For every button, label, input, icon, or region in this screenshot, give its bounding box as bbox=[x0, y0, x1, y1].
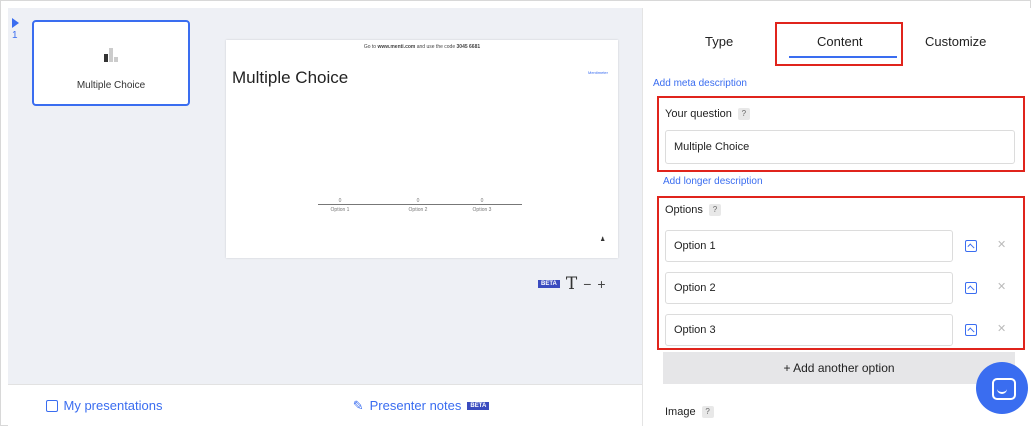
tab-type[interactable]: Type bbox=[705, 34, 733, 49]
decrease-text-button[interactable]: − bbox=[583, 276, 591, 292]
option-input[interactable]: Option 2 bbox=[665, 272, 953, 304]
add-meta-description-link[interactable]: Add meta description bbox=[653, 78, 747, 89]
slide-list: 1 Multiple Choice bbox=[8, 8, 200, 426]
increase-text-button[interactable]: + bbox=[597, 276, 605, 292]
chart-option: 0 Option 1 bbox=[330, 198, 350, 213]
add-option-button[interactable]: + Add another option bbox=[663, 352, 1015, 384]
panel-tabs: Type Content Customize bbox=[643, 8, 1031, 66]
beta-badge: BETA bbox=[538, 280, 560, 288]
help-icon[interactable]: ? bbox=[708, 204, 721, 216]
question-label: Your question ? bbox=[665, 108, 750, 120]
tab-content[interactable]: Content bbox=[817, 34, 863, 49]
person-icon: ♟ bbox=[600, 237, 606, 243]
tab-customize[interactable]: Customize bbox=[925, 34, 986, 49]
brand-logo: Mentimeter bbox=[587, 70, 608, 75]
slide-number: 1 bbox=[12, 30, 18, 41]
text-size-button[interactable]: T bbox=[566, 274, 577, 294]
help-icon[interactable]: ? bbox=[737, 108, 750, 120]
help-icon[interactable]: ? bbox=[701, 406, 714, 418]
current-slide-marker: 1 bbox=[12, 18, 22, 41]
image-icon[interactable] bbox=[965, 282, 977, 294]
thumbnail-label: Multiple Choice bbox=[76, 80, 146, 91]
pencil-icon: ✎ bbox=[352, 397, 364, 413]
option-input[interactable]: Option 3 bbox=[665, 314, 953, 346]
bar-chart-icon bbox=[104, 48, 120, 62]
my-presentations-link[interactable]: My presentations bbox=[8, 384, 200, 426]
image-icon[interactable] bbox=[965, 324, 977, 336]
question-input[interactable]: Multiple Choice bbox=[665, 130, 1015, 164]
chat-icon[interactable] bbox=[976, 362, 1028, 414]
close-icon[interactable]: ✕ bbox=[997, 280, 1006, 293]
slide-preview[interactable]: Go to www.menti.com and use the code 304… bbox=[226, 40, 618, 258]
chart-option: 0 Option 3 bbox=[472, 198, 492, 213]
slide-title: Multiple Choice bbox=[232, 68, 349, 87]
image-icon[interactable] bbox=[965, 240, 977, 252]
close-icon[interactable]: ✕ bbox=[997, 322, 1006, 335]
home-icon bbox=[45, 399, 58, 412]
presenter-notes-label: Presenter notes bbox=[369, 398, 462, 413]
play-icon bbox=[12, 18, 19, 28]
slide-thumbnail[interactable]: Multiple Choice bbox=[32, 20, 190, 106]
properties-panel: Type Content Customize Add meta descript… bbox=[642, 8, 1031, 426]
join-instructions: Go to www.menti.com and use the code 304… bbox=[363, 44, 481, 50]
presenter-notes-button[interactable]: ✎ Presenter notes BETA bbox=[200, 384, 642, 426]
chart-option: 0 Option 2 bbox=[408, 198, 428, 213]
options-label: Options ? bbox=[665, 204, 721, 216]
image-label: Image ? bbox=[665, 406, 714, 418]
add-longer-description-link[interactable]: Add longer description bbox=[663, 176, 763, 187]
option-input[interactable]: Option 1 bbox=[665, 230, 953, 262]
active-tab-indicator bbox=[789, 56, 897, 58]
close-icon[interactable]: ✕ bbox=[997, 238, 1006, 251]
slide-editor: Go to www.menti.com and use the code 304… bbox=[200, 8, 642, 426]
beta-badge: BETA bbox=[467, 401, 490, 410]
format-toolbar: BETA T − + bbox=[538, 274, 606, 294]
my-presentations-label: My presentations bbox=[63, 398, 163, 413]
